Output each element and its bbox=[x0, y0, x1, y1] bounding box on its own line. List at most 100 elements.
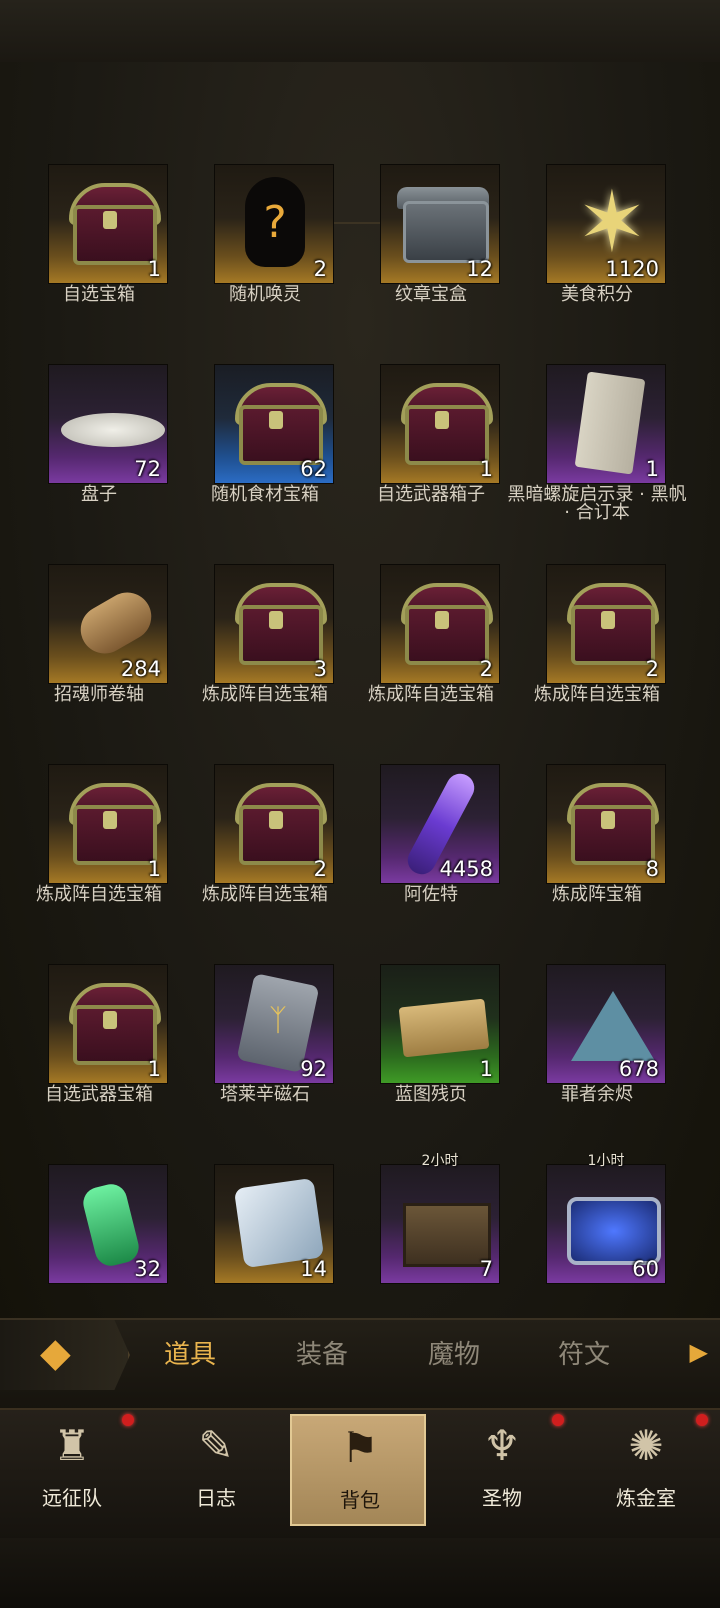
inventory-item[interactable]: 12 纹章宝盒 bbox=[348, 164, 514, 364]
inventory-item[interactable]: 1 炼成阵自选宝箱 bbox=[16, 764, 182, 964]
item-tile[interactable]: 60 bbox=[546, 1164, 666, 1284]
item-name: 自选武器箱子 bbox=[377, 484, 485, 505]
alchemy-icon: ✺ bbox=[628, 1421, 664, 1470]
item-tile[interactable]: ᛉ 92 bbox=[214, 964, 334, 1084]
inventory-item[interactable]: 1 自选宝箱 bbox=[16, 164, 182, 364]
item-count: 60 bbox=[632, 1257, 659, 1281]
item-tile[interactable]: 1 bbox=[380, 964, 500, 1084]
item-tile[interactable]: 2 bbox=[214, 764, 334, 884]
inventory-item[interactable]: 1 蓝图残页 bbox=[348, 964, 514, 1164]
inventory-item[interactable]: ✶ 1120 美食积分 bbox=[514, 164, 680, 364]
item-tile[interactable]: 1 bbox=[48, 964, 168, 1084]
item-tile[interactable]: 1 bbox=[380, 364, 500, 484]
item-name: 黑暗螺旋启示录 · 黑帆 · 合订本 bbox=[507, 484, 687, 523]
notification-badge bbox=[552, 1414, 564, 1426]
item-count: 1120 bbox=[605, 257, 659, 281]
item-name: 塔莱辛磁石 bbox=[220, 1084, 310, 1105]
inventory-item[interactable]: 1 自选武器宝箱 bbox=[16, 964, 182, 1164]
nav-expedition[interactable]: ♜ 远征队 bbox=[4, 1414, 140, 1526]
item-count: 72 bbox=[134, 457, 161, 481]
item-tile[interactable]: 678 bbox=[546, 964, 666, 1084]
tab-runes[interactable]: 符文 bbox=[558, 1334, 610, 1371]
inventory-item[interactable]: 72 盘子 bbox=[16, 364, 182, 564]
item-tile[interactable]: 62 bbox=[214, 364, 334, 484]
blueprint-paper-icon bbox=[391, 973, 491, 1063]
inventory-item[interactable]: 1 自选武器箱子 bbox=[348, 364, 514, 564]
journal-icon: ✎ bbox=[198, 1421, 234, 1470]
item-count: 4458 bbox=[439, 857, 493, 881]
inventory-item[interactable]: 2 炼成阵自选宝箱 bbox=[182, 764, 348, 964]
crystal-vial-icon bbox=[391, 768, 491, 880]
item-timer: 2小时 bbox=[421, 1153, 459, 1169]
item-tile[interactable]: 72 bbox=[48, 364, 168, 484]
item-name: 盘子 bbox=[81, 484, 117, 505]
inventory-item[interactable]: 3 炼成阵自选宝箱 bbox=[182, 564, 348, 764]
horned-helmet-icon: ♜ bbox=[53, 1421, 91, 1470]
nav-label: 远征队 bbox=[42, 1486, 102, 1510]
item-count: 1 bbox=[479, 1057, 493, 1081]
chest-icon bbox=[225, 573, 327, 665]
item-tile[interactable]: 14 bbox=[214, 1164, 334, 1284]
item-tile[interactable]: 2 bbox=[380, 564, 500, 684]
nav-journal[interactable]: ✎ 日志 bbox=[148, 1414, 284, 1526]
nav-backpack[interactable]: ⚑ 背包 bbox=[290, 1414, 426, 1526]
item-tile[interactable]: 12 bbox=[380, 164, 500, 284]
item-tile[interactable]: 1 bbox=[48, 764, 168, 884]
inventory-item[interactable]: 4458 阿佐特 bbox=[348, 764, 514, 964]
inventory-item[interactable]: ? 2 随机唤灵 bbox=[182, 164, 348, 364]
inventory-item[interactable]: 284 招魂师卷轴 bbox=[16, 564, 182, 764]
nav-alchemy[interactable]: ✺ 炼金室 bbox=[578, 1414, 714, 1526]
back-button[interactable]: ◆ bbox=[0, 1320, 130, 1390]
item-tile[interactable]: 7 bbox=[380, 1164, 500, 1284]
item-tile[interactable]: 284 bbox=[48, 564, 168, 684]
item-tile[interactable]: 2 bbox=[546, 564, 666, 684]
chest-icon bbox=[557, 773, 659, 865]
item-tile[interactable]: 3 bbox=[214, 564, 334, 684]
item-count: 3 bbox=[313, 657, 327, 681]
chest-icon bbox=[225, 373, 327, 465]
star-crystal-icon: ✶ bbox=[576, 173, 648, 271]
tab-equipment[interactable]: 装备 bbox=[296, 1334, 348, 1371]
inventory-item[interactable]: 62 随机食材宝箱 bbox=[182, 364, 348, 564]
item-tile[interactable]: ? 2 bbox=[214, 164, 334, 284]
notification-badge bbox=[696, 1414, 708, 1426]
backpack-icon: ⚑ bbox=[341, 1423, 379, 1472]
item-count: 1 bbox=[479, 457, 493, 481]
nav-relics[interactable]: ♆ 圣物 bbox=[434, 1414, 570, 1526]
nav-label: 炼金室 bbox=[616, 1486, 676, 1510]
crate-icon bbox=[391, 1173, 491, 1267]
item-name: 美食积分 bbox=[561, 284, 633, 305]
item-timer: 1小时 bbox=[587, 1153, 625, 1169]
rolled-scroll-icon bbox=[59, 573, 161, 663]
tab-monsters[interactable]: 魔物 bbox=[428, 1334, 480, 1371]
item-count: 2 bbox=[479, 657, 493, 681]
item-tile[interactable]: 8 bbox=[546, 764, 666, 884]
item-count: 284 bbox=[120, 657, 161, 681]
item-count: 1 bbox=[147, 257, 161, 281]
item-tile[interactable]: 1 bbox=[48, 164, 168, 284]
item-tile[interactable]: ✶ 1120 bbox=[546, 164, 666, 284]
inventory-item[interactable]: 2 炼成阵自选宝箱 bbox=[348, 564, 514, 764]
item-tile[interactable]: 32 bbox=[48, 1164, 168, 1284]
item-name: 炼成阵自选宝箱 bbox=[534, 684, 660, 705]
item-name: 自选宝箱 bbox=[63, 284, 135, 305]
nav-strip: ♜ 远征队 ✎ 日志 ⚑ 背包 ♆ 圣物 ✺ 炼金室 bbox=[0, 1408, 720, 1540]
chevron-right-icon[interactable]: ▶ bbox=[690, 1338, 708, 1366]
item-name: 随机唤灵 bbox=[229, 284, 301, 305]
tab-items[interactable]: 道具 bbox=[164, 1334, 216, 1371]
chest-icon bbox=[59, 973, 161, 1065]
torch-icon: ♆ bbox=[483, 1421, 521, 1470]
inventory-item[interactable]: 2 炼成阵自选宝箱 bbox=[514, 564, 680, 764]
item-tile[interactable]: 1 bbox=[546, 364, 666, 484]
inventory-item[interactable]: 1 黑暗螺旋启示录 · 黑帆 · 合订本 bbox=[507, 364, 687, 564]
item-tile[interactable]: 4458 bbox=[380, 764, 500, 884]
item-name: 纹章宝盒 bbox=[395, 284, 467, 305]
inventory-item[interactable]: 678 罪者余烬 bbox=[514, 964, 680, 1164]
item-count: 12 bbox=[466, 257, 493, 281]
chest-icon bbox=[225, 773, 327, 865]
inventory-item[interactable]: 8 炼成阵宝箱 bbox=[514, 764, 680, 964]
inventory-item[interactable]: ᛉ 92 塔莱辛磁石 bbox=[182, 964, 348, 1164]
ember-pyramid-icon bbox=[557, 973, 657, 1063]
item-name: 炼成阵自选宝箱 bbox=[202, 884, 328, 905]
item-count: 1 bbox=[645, 457, 659, 481]
